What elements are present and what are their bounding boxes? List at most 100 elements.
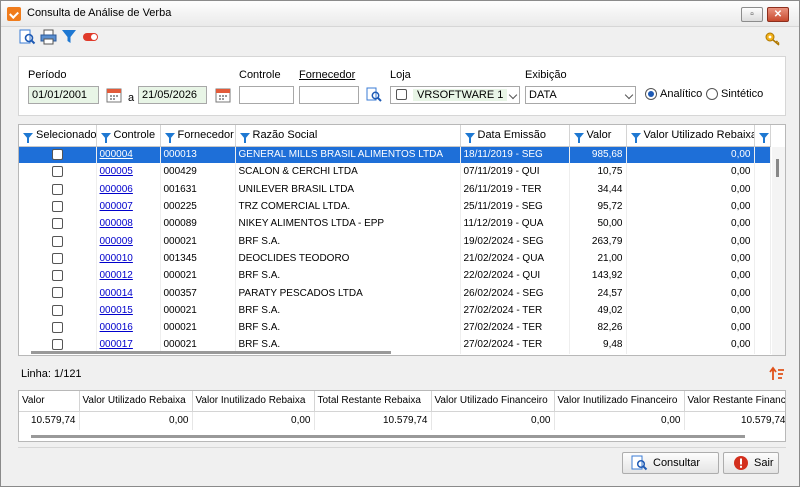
filter-icon[interactable] [100, 133, 111, 144]
sort-icon[interactable] [769, 366, 785, 382]
loja-checkbox[interactable] [396, 89, 407, 100]
table-row[interactable]: 000015 000021 BRF S.A. 27/02/2024 - TER 49,0… [19, 301, 771, 319]
select-cell[interactable] [19, 267, 97, 285]
controle-link[interactable]: 000009 [100, 236, 133, 247]
controle-link[interactable]: 000006 [100, 184, 133, 195]
vertical-scrollbar[interactable] [772, 147, 785, 355]
column-header[interactable] [754, 125, 771, 147]
calendar-icon[interactable] [106, 87, 122, 103]
date-from-input[interactable]: 01/01/2001 [28, 86, 99, 104]
controle-link[interactable]: 000015 [100, 305, 133, 316]
filter-icon[interactable] [758, 133, 769, 144]
select-cell[interactable] [19, 249, 97, 268]
row-checkbox[interactable] [51, 304, 63, 316]
column-header[interactable]: Controle [96, 125, 161, 147]
select-cell[interactable] [19, 146, 97, 164]
radio-sintetico-label[interactable]: Sintético [721, 88, 763, 100]
table-row[interactable]: 000009 000021 BRF S.A. 19/02/2024 - SEG 263,… [19, 232, 771, 250]
row-checkbox[interactable] [51, 166, 63, 178]
table-row[interactable]: 000014 000357 PARATY PESCADOS LTDA 26/02/20… [19, 284, 771, 302]
select-cell[interactable] [19, 197, 97, 216]
print-icon[interactable] [40, 29, 58, 45]
sair-button[interactable]: Sair [723, 452, 779, 474]
column-header[interactable]: Data Emissão [460, 125, 570, 147]
filter-icon[interactable] [164, 133, 175, 144]
close-button[interactable]: ✕ [767, 7, 789, 22]
column-header[interactable]: Valor Utilizado Rebaixa [626, 125, 755, 147]
restore-button[interactable]: ▫ [741, 7, 763, 22]
controle-cell[interactable]: 000016 [96, 318, 161, 337]
table-row[interactable]: 000010 001345 DEOCLIDES TEODORO 21/02/2024 … [19, 249, 771, 268]
select-cell[interactable] [19, 318, 97, 337]
row-checkbox[interactable] [51, 252, 63, 264]
table-row[interactable]: 000006 001631 UNILEVER BRASIL LTDA 26/11/20… [19, 180, 771, 198]
row-checkbox[interactable] [51, 270, 63, 282]
controle-link[interactable]: 000012 [100, 270, 133, 281]
filter-icon[interactable] [23, 133, 33, 144]
column-header[interactable]: Selecionado [19, 125, 97, 147]
scroll-thumb[interactable] [776, 159, 779, 177]
controle-cell[interactable]: 000010 [96, 249, 161, 268]
controle-link[interactable]: 000016 [100, 322, 133, 333]
table-row[interactable]: 000008 000089 NIKEY ALIMENTOS LTDA - EPP 11… [19, 215, 771, 233]
date-to-input[interactable]: 21/05/2026 [138, 86, 207, 104]
controle-link[interactable]: 000017 [100, 339, 133, 350]
controle-cell[interactable]: 000004 [96, 146, 161, 164]
controle-link[interactable]: 000004 [100, 149, 133, 160]
search-icon[interactable] [366, 87, 382, 103]
table-row[interactable]: 000004 000013 GENERAL MILLS BRASIL ALIMENT… [19, 146, 771, 164]
row-checkbox[interactable] [51, 287, 63, 299]
row-checkbox[interactable] [51, 149, 63, 161]
select-cell[interactable] [19, 163, 97, 181]
radio-analitico[interactable] [645, 88, 657, 100]
controle-cell[interactable]: 000014 [96, 284, 161, 302]
column-header[interactable]: Razão Social [235, 125, 461, 147]
toggle-icon[interactable] [82, 29, 100, 45]
select-cell[interactable] [19, 180, 97, 198]
filter-icon[interactable] [464, 133, 475, 144]
loja-select[interactable]: VRSOFTWARE 1 [390, 86, 520, 104]
controle-cell[interactable]: 000008 [96, 215, 161, 233]
select-cell[interactable] [19, 301, 97, 319]
row-checkbox[interactable] [51, 183, 63, 195]
column-header[interactable]: Fornecedor [160, 125, 236, 147]
filter-icon[interactable] [630, 133, 641, 144]
controle-link[interactable]: 000008 [100, 218, 133, 229]
row-checkbox[interactable] [51, 218, 63, 230]
controle-link[interactable]: 000010 [100, 253, 133, 264]
row-checkbox[interactable] [51, 235, 63, 247]
select-cell[interactable] [19, 232, 97, 250]
consultar-button[interactable]: Consultar [622, 452, 719, 474]
horizontal-scrollbar[interactable] [31, 351, 391, 354]
table-row[interactable]: 000012 000021 BRF S.A. 22/02/2024 - QUI 143,… [19, 267, 771, 285]
fornecedor-link[interactable]: Fornecedor [299, 69, 355, 81]
radio-analitico-label[interactable]: Analítico [660, 88, 702, 100]
fornecedor-input[interactable] [299, 86, 359, 104]
row-checkbox[interactable] [51, 322, 63, 334]
controle-link[interactable]: 000007 [100, 201, 133, 212]
filter-icon[interactable] [573, 133, 584, 144]
totals-horizontal-scrollbar[interactable] [31, 435, 745, 438]
key-icon[interactable] [765, 32, 781, 46]
controle-link[interactable]: 000005 [100, 166, 133, 177]
table-row[interactable]: 000007 000225 TRZ COMERCIAL LTDA. 25/11/201… [19, 197, 771, 216]
filter-icon[interactable] [61, 29, 79, 45]
table-row[interactable]: 000016 000021 BRF S.A. 27/02/2024 - TER 82,2… [19, 318, 771, 337]
calendar-icon[interactable] [215, 87, 231, 103]
row-checkbox[interactable] [51, 200, 63, 212]
radio-sintetico[interactable] [706, 88, 718, 100]
column-header[interactable]: Valor [569, 125, 627, 147]
table-row[interactable]: 000005 000429 SCALON & CERCHI LTDA 07/11/20… [19, 163, 771, 181]
controle-cell[interactable]: 000012 [96, 267, 161, 285]
controle-link[interactable]: 000014 [100, 288, 133, 299]
controle-input[interactable] [239, 86, 294, 104]
select-cell[interactable] [19, 215, 97, 233]
select-cell[interactable] [19, 284, 97, 302]
controle-cell[interactable]: 000007 [96, 197, 161, 216]
filter-icon[interactable] [239, 133, 250, 144]
search-document-icon[interactable] [18, 29, 36, 45]
controle-cell[interactable]: 000009 [96, 232, 161, 250]
controle-cell[interactable]: 000005 [96, 163, 161, 181]
controle-cell[interactable]: 000006 [96, 180, 161, 198]
exibicao-select[interactable]: DATA [525, 86, 636, 104]
